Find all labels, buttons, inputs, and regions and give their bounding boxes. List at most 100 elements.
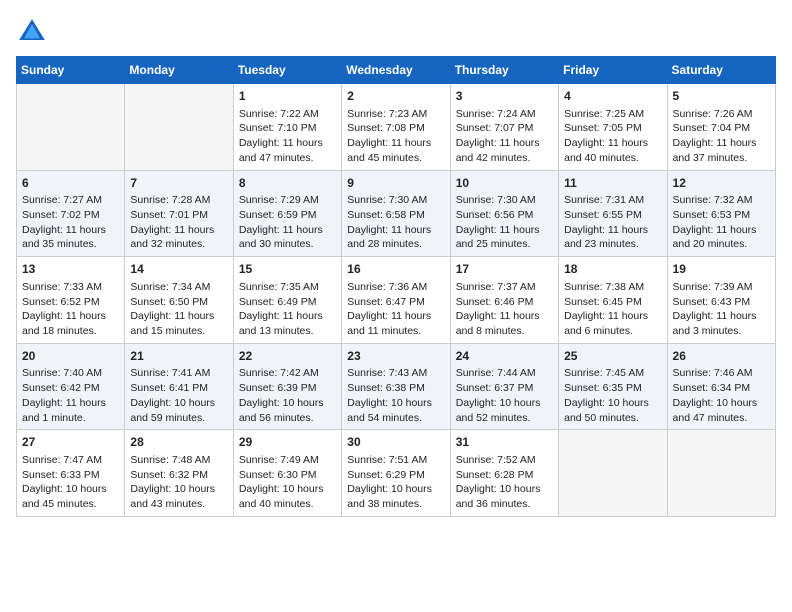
day-number: 13 — [22, 261, 119, 278]
day-info: Daylight: 10 hours and 45 minutes. — [22, 482, 119, 511]
day-info: Sunrise: 7:39 AM — [673, 280, 770, 295]
calendar-header-row: SundayMondayTuesdayWednesdayThursdayFrid… — [17, 57, 776, 84]
day-info: Sunrise: 7:36 AM — [347, 280, 444, 295]
day-info: Sunrise: 7:47 AM — [22, 453, 119, 468]
day-info: Sunset: 6:56 PM — [456, 208, 553, 223]
day-info: Sunset: 6:47 PM — [347, 295, 444, 310]
day-info: Sunset: 6:29 PM — [347, 468, 444, 483]
day-info: Sunset: 6:37 PM — [456, 381, 553, 396]
logo — [16, 16, 52, 48]
day-number: 1 — [239, 88, 336, 105]
day-info: Daylight: 11 hours and 32 minutes. — [130, 223, 227, 252]
day-number: 2 — [347, 88, 444, 105]
day-info: Sunrise: 7:34 AM — [130, 280, 227, 295]
day-info: Sunset: 6:46 PM — [456, 295, 553, 310]
calendar-cell: 17Sunrise: 7:37 AMSunset: 6:46 PMDayligh… — [450, 257, 558, 344]
calendar-cell: 1 Sunrise: 7:22 AMSunset: 7:10 PMDaylight… — [233, 84, 341, 171]
calendar-cell: 6Sunrise: 7:27 AMSunset: 7:02 PMDaylight… — [17, 170, 125, 257]
day-info: Daylight: 10 hours and 43 minutes. — [130, 482, 227, 511]
day-info: Sunrise: 7:23 AM — [347, 107, 444, 122]
day-info: Sunrise: 7:29 AM — [239, 193, 336, 208]
day-info: Sunset: 7:05 PM — [564, 121, 661, 136]
day-info: Sunrise: 7:25 AM — [564, 107, 661, 122]
day-info: Daylight: 11 hours and 45 minutes. — [347, 136, 444, 165]
day-number: 10 — [456, 175, 553, 192]
day-number: 11 — [564, 175, 661, 192]
day-info: Sunrise: 7:33 AM — [22, 280, 119, 295]
day-number: 19 — [673, 261, 770, 278]
logo-icon — [16, 16, 48, 48]
day-info: Sunrise: 7:27 AM — [22, 193, 119, 208]
day-info: Daylight: 11 hours and 25 minutes. — [456, 223, 553, 252]
calendar-cell: 12Sunrise: 7:32 AMSunset: 6:53 PMDayligh… — [667, 170, 775, 257]
calendar-cell: 28Sunrise: 7:48 AMSunset: 6:32 PMDayligh… — [125, 430, 233, 517]
day-info: Sunrise: 7:49 AM — [239, 453, 336, 468]
day-info: Daylight: 11 hours and 1 minute. — [22, 396, 119, 425]
day-info: Sunrise: 7:44 AM — [456, 366, 553, 381]
day-info: Daylight: 11 hours and 20 minutes. — [673, 223, 770, 252]
day-info: Daylight: 11 hours and 6 minutes. — [564, 309, 661, 338]
day-number: 31 — [456, 434, 553, 451]
day-info: Sunset: 6:39 PM — [239, 381, 336, 396]
calendar-cell: 18Sunrise: 7:38 AMSunset: 6:45 PMDayligh… — [559, 257, 667, 344]
day-info: Sunset: 6:49 PM — [239, 295, 336, 310]
day-info: Sunset: 6:50 PM — [130, 295, 227, 310]
day-number: 25 — [564, 348, 661, 365]
calendar-week-row: 1Sunrise: 7:22 AMSunset: 7:10 PMDaylight… — [17, 84, 776, 171]
calendar-cell: 7Sunrise: 7:28 AMSunset: 7:01 PMDaylight… — [125, 170, 233, 257]
day-info: Sunset: 6:38 PM — [347, 381, 444, 396]
day-info: Sunset: 7:10 PM — [239, 121, 336, 136]
day-number: 5 — [673, 88, 770, 105]
calendar-cell: 8Sunrise: 7:29 AMSunset: 6:59 PMDaylight… — [233, 170, 341, 257]
day-info: Daylight: 10 hours and 40 minutes. — [239, 482, 336, 511]
day-number: 16 — [347, 261, 444, 278]
day-number: 6 — [22, 175, 119, 192]
day-info: Daylight: 11 hours and 42 minutes. — [456, 136, 553, 165]
column-header-friday: Friday — [559, 57, 667, 84]
day-info: Daylight: 11 hours and 47 minutes. — [239, 136, 336, 165]
day-info: Sunset: 6:32 PM — [130, 468, 227, 483]
day-info: Daylight: 11 hours and 18 minutes. — [22, 309, 119, 338]
day-info: Sunset: 6:55 PM — [564, 208, 661, 223]
day-info: Sunrise: 7:22 AM — [239, 107, 336, 122]
day-info: Daylight: 11 hours and 13 minutes. — [239, 309, 336, 338]
day-info: Sunset: 6:43 PM — [673, 295, 770, 310]
day-number: 8 — [239, 175, 336, 192]
day-info: Sunrise: 7:24 AM — [456, 107, 553, 122]
column-header-wednesday: Wednesday — [342, 57, 450, 84]
calendar-cell: 13Sunrise: 7:33 AMSunset: 6:52 PMDayligh… — [17, 257, 125, 344]
day-info: Daylight: 10 hours and 59 minutes. — [130, 396, 227, 425]
calendar-cell — [559, 430, 667, 517]
day-info: Sunrise: 7:41 AM — [130, 366, 227, 381]
day-info: Sunset: 6:41 PM — [130, 381, 227, 396]
day-info: Sunrise: 7:35 AM — [239, 280, 336, 295]
day-info: Daylight: 10 hours and 56 minutes. — [239, 396, 336, 425]
day-info: Sunset: 6:53 PM — [673, 208, 770, 223]
day-number: 12 — [673, 175, 770, 192]
day-number: 20 — [22, 348, 119, 365]
day-info: Sunset: 7:04 PM — [673, 121, 770, 136]
calendar-cell: 10Sunrise: 7:30 AMSunset: 6:56 PMDayligh… — [450, 170, 558, 257]
day-number: 4 — [564, 88, 661, 105]
day-number: 14 — [130, 261, 227, 278]
column-header-monday: Monday — [125, 57, 233, 84]
day-info: Sunrise: 7:51 AM — [347, 453, 444, 468]
calendar-cell — [17, 84, 125, 171]
calendar-cell: 16Sunrise: 7:36 AMSunset: 6:47 PMDayligh… — [342, 257, 450, 344]
day-info: Daylight: 11 hours and 8 minutes. — [456, 309, 553, 338]
day-info: Daylight: 10 hours and 47 minutes. — [673, 396, 770, 425]
day-info: Sunrise: 7:52 AM — [456, 453, 553, 468]
day-info: Sunrise: 7:45 AM — [564, 366, 661, 381]
day-info: Daylight: 11 hours and 28 minutes. — [347, 223, 444, 252]
day-info: Sunrise: 7:31 AM — [564, 193, 661, 208]
day-info: Daylight: 11 hours and 30 minutes. — [239, 223, 336, 252]
calendar-cell: 5Sunrise: 7:26 AMSunset: 7:04 PMDaylight… — [667, 84, 775, 171]
calendar-cell: 31Sunrise: 7:52 AMSunset: 6:28 PMDayligh… — [450, 430, 558, 517]
day-info: Daylight: 11 hours and 35 minutes. — [22, 223, 119, 252]
day-info: Daylight: 10 hours and 50 minutes. — [564, 396, 661, 425]
calendar-cell: 4Sunrise: 7:25 AMSunset: 7:05 PMDaylight… — [559, 84, 667, 171]
day-info: Daylight: 10 hours and 38 minutes. — [347, 482, 444, 511]
day-info: Sunrise: 7:42 AM — [239, 366, 336, 381]
day-number: 18 — [564, 261, 661, 278]
day-info: Sunset: 6:34 PM — [673, 381, 770, 396]
